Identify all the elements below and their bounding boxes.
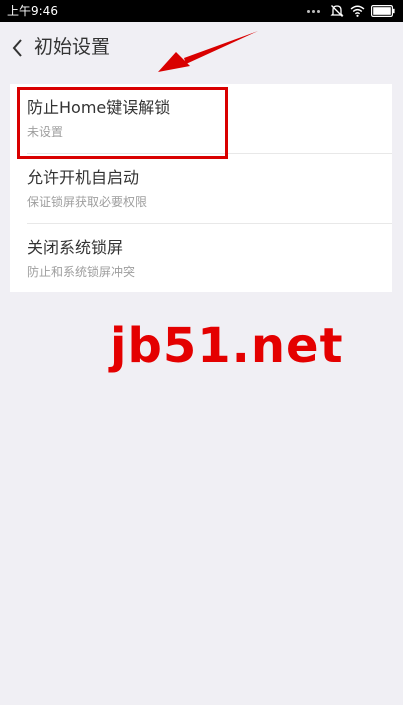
setting-item-title: 关闭系统锁屏 xyxy=(27,238,124,257)
watermark: jb51.net xyxy=(110,318,344,374)
notification-dots-icon xyxy=(307,9,320,13)
setting-item-autostart[interactable]: 允许开机自启动 保证锁屏获取必要权限 xyxy=(10,154,392,223)
status-time: 上午9:46 xyxy=(7,4,58,18)
setting-item-subtitle: 防止和系统锁屏冲突 xyxy=(27,265,136,279)
header: 初始设置 xyxy=(0,22,403,74)
status-icons xyxy=(307,4,395,18)
wifi-icon xyxy=(350,5,365,17)
setting-item-title: 防止Home键误解锁 xyxy=(27,98,171,117)
setting-item-home-key-unlock[interactable]: 防止Home键误解锁 未设置 xyxy=(10,84,392,153)
settings-list: 防止Home键误解锁 未设置 允许开机自启动 保证锁屏获取必要权限 关闭系统锁屏… xyxy=(10,84,392,292)
setting-item-close-system-lock[interactable]: 关闭系统锁屏 防止和系统锁屏冲突 xyxy=(10,224,392,293)
battery-icon xyxy=(371,5,395,17)
page-title: 初始设置 xyxy=(34,36,111,58)
mute-icon xyxy=(330,5,344,17)
status-bar: 上午9:46 xyxy=(0,0,403,22)
setting-item-title: 允许开机自启动 xyxy=(27,168,140,187)
chevron-left-icon[interactable] xyxy=(10,37,26,59)
setting-item-subtitle: 未设置 xyxy=(27,125,64,139)
setting-item-subtitle: 保证锁屏获取必要权限 xyxy=(27,195,148,209)
